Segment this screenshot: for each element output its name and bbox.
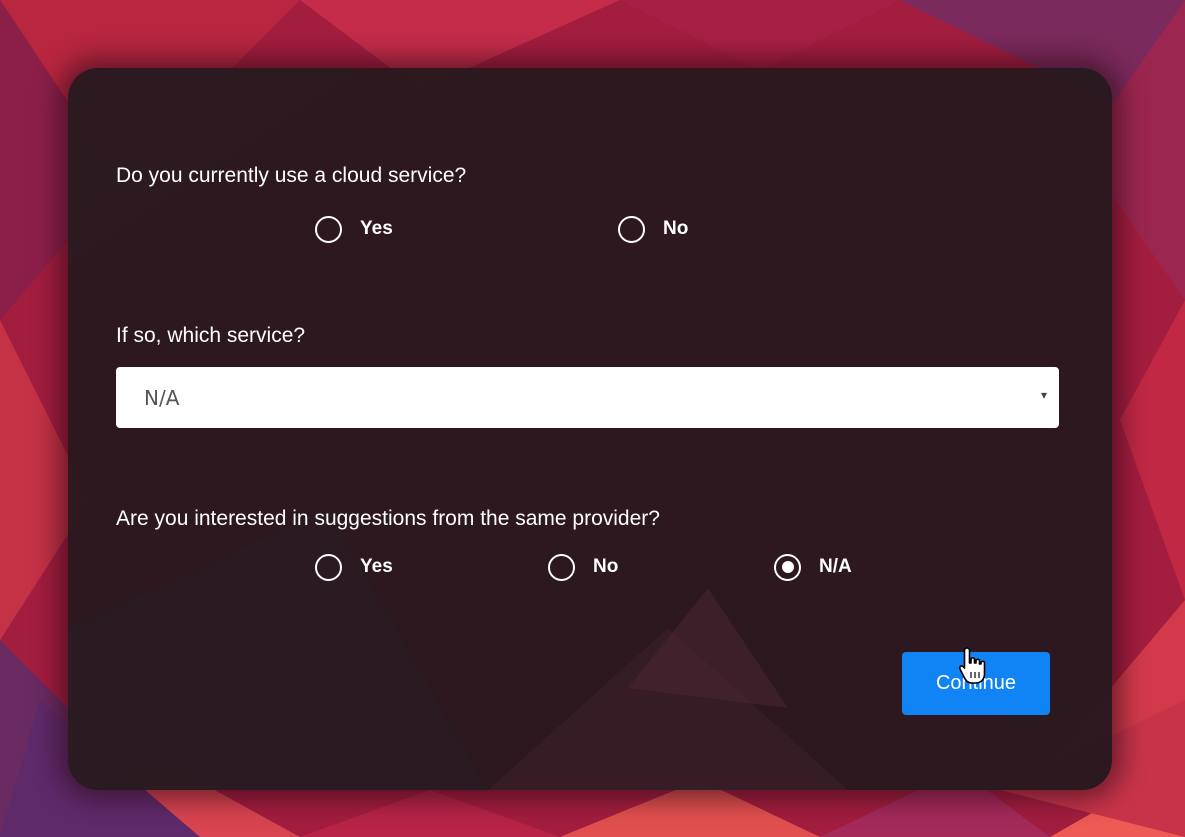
radio-q3-yes[interactable]: Yes <box>315 552 393 582</box>
radio-label: Yes <box>360 556 393 577</box>
radio-q3-no[interactable]: No <box>548 552 618 582</box>
radio-q1-no[interactable]: No <box>618 214 688 244</box>
radio-label: N/A <box>819 556 852 577</box>
radio-q1-yes[interactable]: Yes <box>315 214 393 244</box>
radio-circle-checked-icon[interactable] <box>774 553 801 581</box>
continue-button[interactable]: Continue <box>902 652 1050 715</box>
radio-label: Yes <box>360 218 393 239</box>
service-select[interactable]: N/A ▾ <box>116 367 1059 428</box>
radio-label: No <box>663 218 689 239</box>
radio-circle-icon[interactable] <box>315 215 342 243</box>
radio-label: No <box>593 556 619 577</box>
caret-down-icon: ▾ <box>1040 388 1047 402</box>
question-which-service: If so, which service? <box>116 324 306 347</box>
question-cloud-service: Do you currently use a cloud service? <box>116 164 467 187</box>
radio-circle-icon[interactable] <box>618 215 645 243</box>
radio-circle-icon[interactable] <box>315 553 342 581</box>
radio-circle-icon[interactable] <box>548 553 575 581</box>
service-select-value: N/A <box>144 386 180 410</box>
question-same-provider: Are you interested in suggestions from t… <box>116 507 660 530</box>
radio-q3-na[interactable]: N/A <box>774 552 852 582</box>
survey-card: Do you currently use a cloud service? Ye… <box>68 68 1112 790</box>
